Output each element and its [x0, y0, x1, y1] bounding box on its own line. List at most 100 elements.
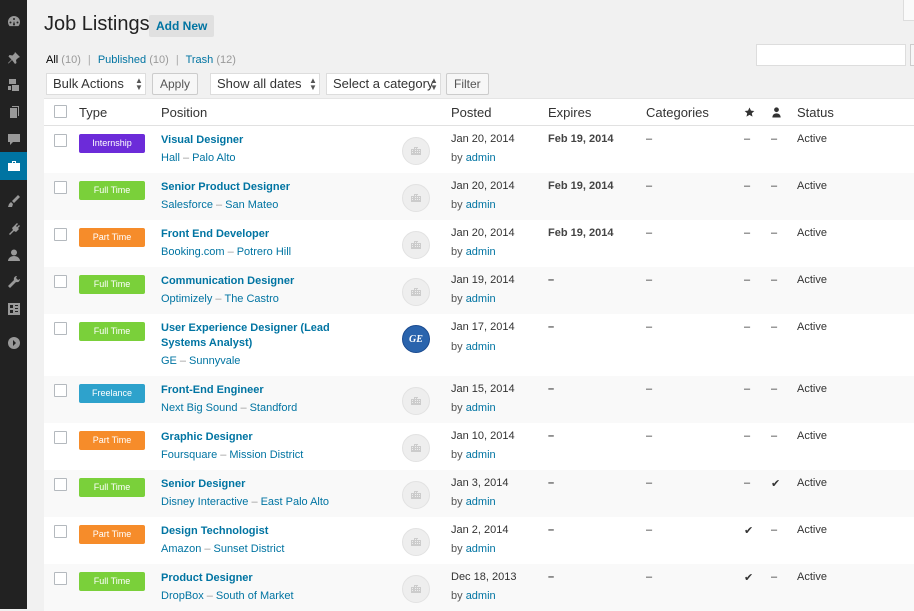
person-icon[interactable] [771, 106, 782, 121]
company-name[interactable]: Foursquare [161, 449, 217, 461]
featured-value: – [744, 383, 751, 395]
author-link[interactable]: admin [466, 293, 496, 305]
column-position[interactable]: Position [161, 105, 207, 120]
row-checkbox[interactable] [54, 322, 67, 335]
pages-icon[interactable] [0, 98, 27, 126]
row-checkbox[interactable] [54, 478, 67, 491]
job-title-link[interactable]: User Experience Designer (Lead Systems A… [161, 321, 366, 351]
dashboard-icon[interactable] [0, 8, 27, 36]
job-location[interactable]: San Mateo [225, 199, 278, 211]
author-link[interactable]: admin [466, 496, 496, 508]
job-title-link[interactable]: Front End Developer [161, 227, 366, 242]
job-title-link[interactable]: Visual Designer [161, 133, 366, 148]
filter-button[interactable]: Filter [446, 73, 489, 95]
column-expires[interactable]: Expires [548, 105, 591, 120]
bulk-actions-select[interactable]: Bulk Actions ▲ ▼ [46, 73, 146, 95]
media-icon[interactable] [0, 71, 27, 99]
row-checkbox[interactable] [54, 134, 67, 147]
row-checkbox[interactable] [54, 525, 67, 538]
job-title-link[interactable]: Front-End Engineer [161, 383, 366, 398]
featured-value: – [744, 430, 751, 442]
collapse-menu-icon[interactable] [0, 329, 27, 357]
author-link[interactable]: admin [466, 199, 496, 211]
expires-date: – [548, 383, 555, 395]
row-checkbox[interactable] [54, 431, 67, 444]
job-location[interactable]: Mission District [229, 449, 303, 461]
filter-all-link[interactable]: All [46, 54, 58, 66]
row-checkbox[interactable] [54, 275, 67, 288]
job-title-link[interactable]: Graphic Designer [161, 430, 366, 445]
job-location[interactable]: East Palo Alto [261, 496, 330, 508]
apply-button[interactable]: Apply [152, 73, 199, 95]
author-link[interactable]: admin [466, 402, 496, 414]
job-location[interactable]: Sunset District [213, 543, 284, 555]
job-location[interactable]: South of Market [216, 590, 294, 602]
posted-date: Jan 3, 2014 [451, 477, 509, 489]
job-location[interactable]: Standford [250, 402, 298, 414]
job-title-link[interactable]: Design Technologist [161, 524, 366, 539]
job-title-link[interactable]: Senior Product Designer [161, 180, 366, 195]
job-type-badge: Part Time [79, 431, 145, 450]
job-title-link[interactable]: Product Designer [161, 571, 366, 586]
column-posted[interactable]: Posted [451, 105, 491, 120]
row-checkbox[interactable] [54, 181, 67, 194]
company-name[interactable]: Booking.com [161, 246, 225, 258]
author-link[interactable]: admin [466, 590, 496, 602]
tools-icon[interactable] [0, 268, 27, 296]
screen-options-tab[interactable] [903, 0, 914, 21]
job-location[interactable]: The Castro [224, 293, 278, 305]
row-checkbox[interactable] [54, 572, 67, 585]
search-button[interactable] [910, 44, 914, 66]
job-title-link[interactable]: Communication Designer [161, 274, 366, 289]
company-logo-text: GE [409, 333, 423, 345]
job-location[interactable]: Palo Alto [192, 152, 235, 164]
job-type-badge: Full Time [79, 181, 145, 200]
select-all-checkbox[interactable] [54, 105, 67, 118]
plugins-icon[interactable] [0, 214, 27, 242]
job-company-location: Foursquare – Mission District [161, 449, 303, 461]
settings-icon[interactable] [0, 295, 27, 323]
author-link[interactable]: admin [466, 152, 496, 164]
job-location[interactable]: Sunnyvale [189, 355, 240, 367]
job-location[interactable]: Potrero Hill [237, 246, 291, 258]
posted-date: Jan 2, 2014 [451, 524, 509, 536]
job-company-location: Amazon – Sunset District [161, 543, 284, 555]
filter-separator: | [87, 54, 91, 66]
company-name[interactable]: Next Big Sound [161, 402, 237, 414]
author-link[interactable]: admin [466, 341, 496, 353]
users-icon[interactable] [0, 241, 27, 269]
company-name[interactable]: DropBox [161, 590, 204, 602]
table-row: Full Time Product Designer DropBox – South o… [44, 564, 914, 611]
separator-dash: – [220, 449, 227, 461]
star-icon[interactable] [744, 106, 755, 121]
company-name[interactable]: Hall [161, 152, 180, 164]
company-name[interactable]: Disney Interactive [161, 496, 248, 508]
row-checkbox[interactable] [54, 228, 67, 241]
company-name[interactable]: GE [161, 355, 177, 367]
search-input[interactable] [756, 44, 906, 66]
comments-icon[interactable] [0, 125, 27, 153]
company-name[interactable]: Amazon [161, 543, 201, 555]
row-checkbox[interactable] [54, 384, 67, 397]
author-link[interactable]: admin [466, 543, 496, 555]
filter-published-link[interactable]: Published [98, 54, 146, 66]
date-filter-select[interactable]: Show all dates ▲ ▼ [210, 73, 320, 95]
filter-trash-link[interactable]: Trash [186, 54, 214, 66]
company-name[interactable]: Salesforce [161, 199, 213, 211]
author-link[interactable]: admin [466, 449, 496, 461]
job-type-badge: Freelance [79, 384, 145, 403]
company-name[interactable]: Optimizely [161, 293, 212, 305]
job-title-link[interactable]: Senior Designer [161, 477, 366, 492]
job-company-location: Salesforce – San Mateo [161, 199, 278, 211]
categories-value: – [646, 524, 653, 536]
column-type[interactable]: Type [79, 105, 107, 120]
job-company-location: Disney Interactive – East Palo Alto [161, 496, 329, 508]
appearance-icon[interactable] [0, 187, 27, 215]
author-link[interactable]: admin [466, 246, 496, 258]
pin-icon[interactable] [0, 44, 27, 72]
briefcase-icon[interactable] [0, 152, 27, 180]
categories-value: – [646, 321, 653, 333]
job-company-location: Hall – Palo Alto [161, 152, 236, 164]
add-new-button[interactable]: Add New [149, 15, 215, 37]
category-filter-select[interactable]: Select a category ▲ ▼ [326, 73, 441, 95]
